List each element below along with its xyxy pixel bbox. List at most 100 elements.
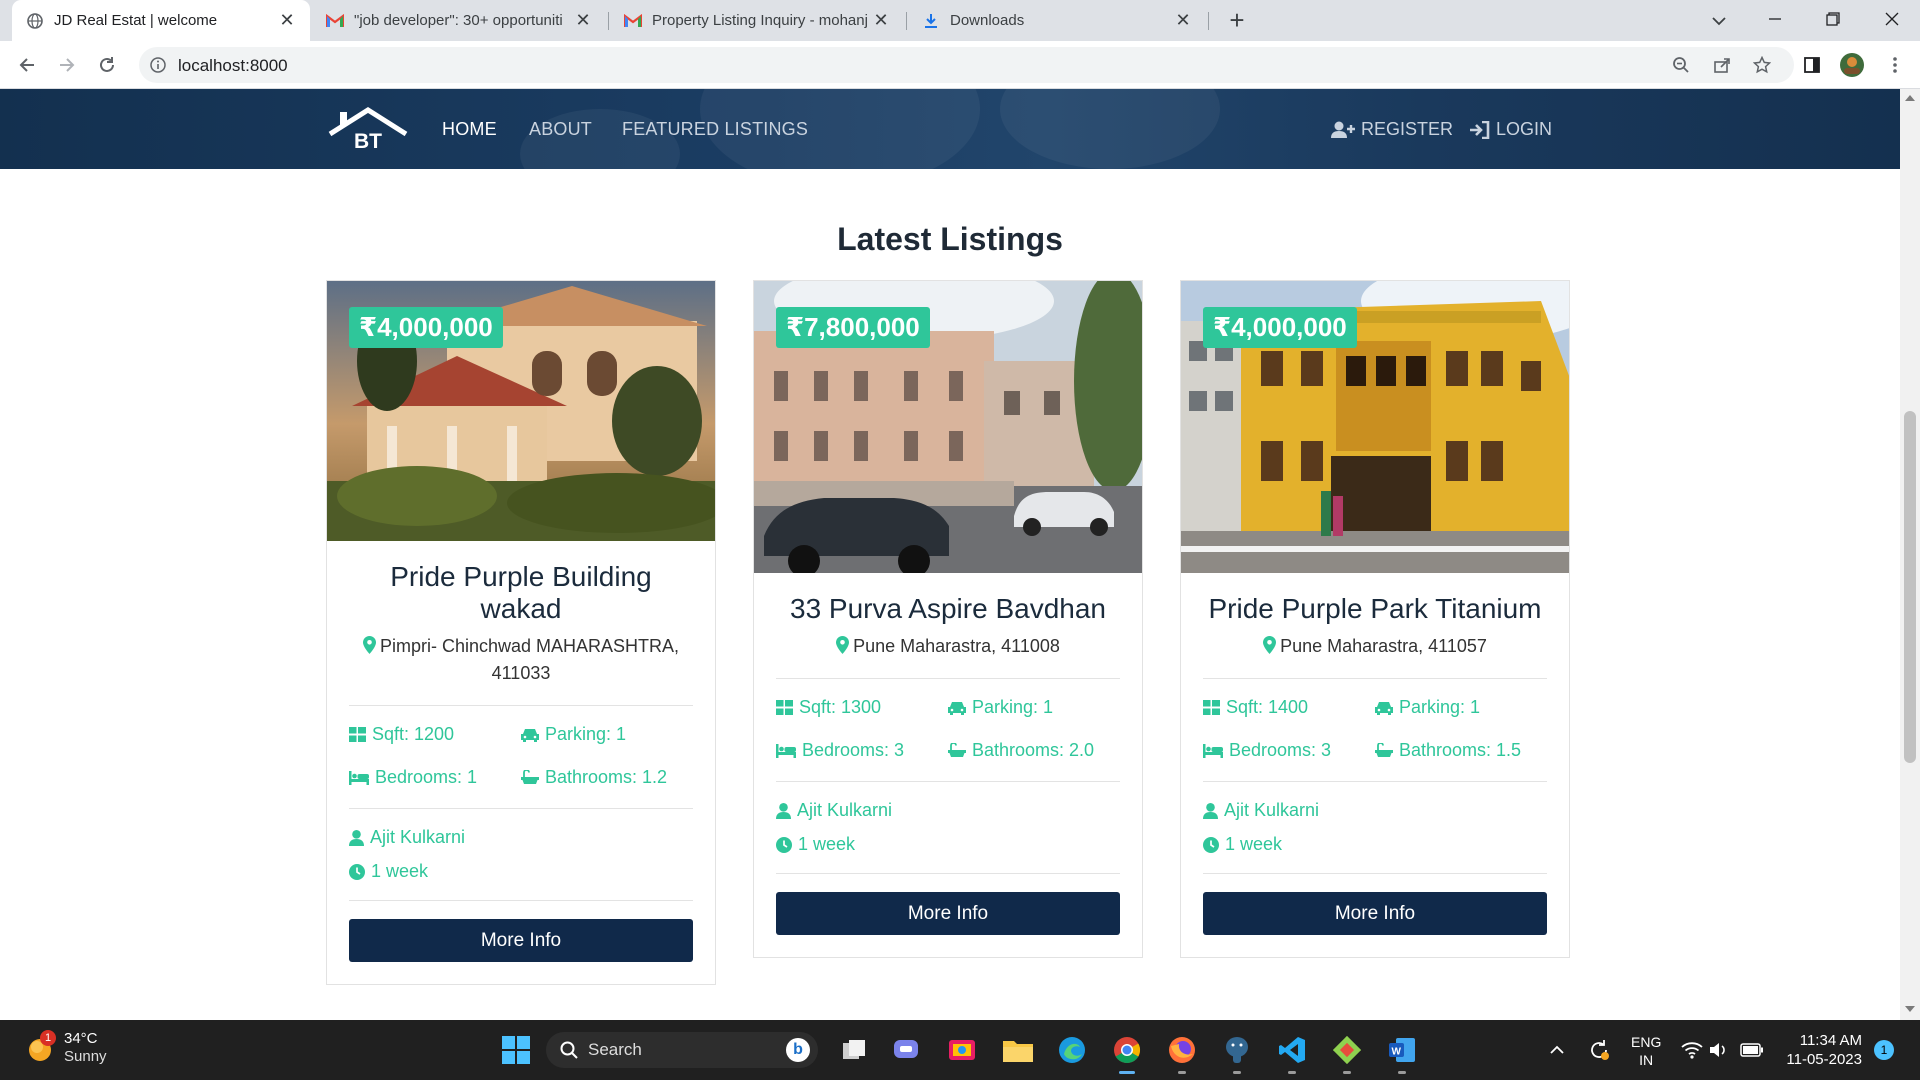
browser-toolbar: localhost:8000: [0, 41, 1920, 89]
close-window-icon[interactable]: [1872, 6, 1912, 34]
close-tab-icon[interactable]: ✕: [1174, 10, 1192, 31]
register-label: REGISTER: [1361, 119, 1454, 139]
edge-browser-icon[interactable]: [1054, 1032, 1090, 1068]
divider: [349, 705, 693, 706]
side-panel-icon[interactable]: [1797, 50, 1827, 80]
more-info-button[interactable]: More Info: [1203, 892, 1547, 935]
user-plus-icon: [1331, 121, 1355, 138]
realtor[interactable]: Ajit Kulkarni: [1203, 800, 1547, 821]
restore-icon[interactable]: [1813, 6, 1853, 34]
user-icon: [776, 802, 791, 819]
browser-tab[interactable]: Property Listing Inquiry - mohanj ✕: [610, 0, 904, 41]
taskbar-search[interactable]: Search b: [546, 1032, 818, 1068]
nav-home[interactable]: HOME: [442, 119, 497, 140]
tab-search-chevron-icon[interactable]: [1699, 6, 1739, 34]
scroll-down-arrow-icon[interactable]: [1905, 1006, 1915, 1012]
close-tab-icon[interactable]: ✕: [278, 10, 296, 31]
listing-stats: Sqft: 1300 Parking: 1 Bedrooms: 3 Bathro…: [754, 697, 1142, 761]
battery-icon[interactable]: [1740, 1038, 1764, 1062]
user-icon: [1203, 802, 1218, 819]
register-link[interactable]: REGISTER: [1331, 119, 1453, 140]
tray-overflow-chevron-icon[interactable]: [1545, 1038, 1569, 1062]
divider: [776, 781, 1120, 782]
volume-icon[interactable]: [1708, 1038, 1732, 1062]
realtor[interactable]: Ajit Kulkarni: [349, 827, 693, 848]
forward-arrow-icon[interactable]: [52, 50, 82, 80]
listed-time: 1 week: [349, 861, 693, 882]
map-marker-icon: [836, 636, 850, 654]
page-scrollbar[interactable]: [1900, 89, 1920, 1020]
teams-chat-icon[interactable]: [888, 1032, 924, 1068]
listing-card: ₹4,000,000 Pride Purple Building wakad P…: [326, 280, 716, 985]
listing-card: ₹7,800,000 33 Purva Aspire Bavdhan Pune …: [753, 280, 1143, 958]
scrollbar-thumb[interactable]: [1904, 411, 1916, 763]
vscode-icon[interactable]: [1274, 1032, 1310, 1074]
clock-time: 11:34 AM: [1799, 1032, 1862, 1049]
more-info-button[interactable]: More Info: [776, 892, 1120, 935]
reload-icon[interactable]: [92, 50, 122, 80]
close-tab-icon[interactable]: ✕: [872, 10, 890, 31]
wifi-icon[interactable]: [1680, 1038, 1704, 1062]
file-explorer-icon[interactable]: [1000, 1032, 1036, 1068]
taskbar-clock[interactable]: 11:34 AM 11-05-2023: [1776, 1031, 1862, 1069]
minimize-icon[interactable]: [1755, 6, 1795, 34]
listing-meta: Ajit Kulkarni 1 week: [754, 800, 1142, 855]
zoom-icon[interactable]: [1666, 50, 1696, 80]
back-arrow-icon[interactable]: [12, 50, 42, 80]
postgresql-icon[interactable]: [1219, 1032, 1255, 1074]
nav-featured-listings[interactable]: FEATURED LISTINGS: [622, 119, 808, 140]
sync-icon[interactable]: [1587, 1038, 1611, 1062]
nav-about[interactable]: ABOUT: [529, 119, 592, 140]
site-navbar: BT HOME ABOUT FEATURED LISTINGS REGISTER…: [0, 89, 1900, 169]
browser-tab-strip: JD Real Estat | welcome ✕ "job developer…: [0, 0, 1920, 41]
scroll-up-arrow-icon[interactable]: [1905, 95, 1915, 101]
more-info-button[interactable]: More Info: [349, 919, 693, 962]
share-icon[interactable]: [1707, 50, 1737, 80]
site-logo[interactable]: BT: [326, 106, 410, 157]
price-badge: ₹4,000,000: [1203, 307, 1357, 348]
listing-stats: Sqft: 1200 Parking: 1 Bedrooms: 1 Bathro…: [327, 724, 715, 788]
stat-parking: Parking: 1: [521, 724, 693, 745]
notification-badge[interactable]: 1: [1872, 1038, 1896, 1062]
listing-stats: Sqft: 1400 Parking: 1 Bedrooms: 3 Bathro…: [1181, 697, 1569, 761]
new-tab-icon[interactable]: +: [1222, 6, 1252, 36]
map-marker-icon: [362, 636, 376, 654]
language-indicator[interactable]: ENG IN: [1631, 1033, 1661, 1069]
tab-separator: [906, 12, 907, 30]
stat-bedrooms: Bedrooms: 3: [776, 740, 948, 761]
clock-date: 11-05-2023: [1786, 1051, 1862, 1068]
section-heading: Latest Listings: [837, 221, 1063, 257]
listing-photo[interactable]: ₹4,000,000: [1181, 281, 1569, 573]
listing-photo[interactable]: ₹4,000,000: [327, 281, 715, 541]
windows-start-icon[interactable]: [498, 1032, 534, 1068]
url-text[interactable]: localhost:8000: [178, 56, 288, 76]
chrome-browser-icon[interactable]: [1109, 1032, 1145, 1074]
bookmark-star-icon[interactable]: [1747, 50, 1777, 80]
weather-widget[interactable]: 1 34°C Sunny: [26, 1030, 107, 1066]
weather-temp: 34°C: [64, 1030, 98, 1047]
word-icon[interactable]: W: [1384, 1032, 1420, 1074]
task-view-icon[interactable]: [836, 1032, 872, 1068]
divider: [349, 808, 693, 809]
firefox-icon[interactable]: [1164, 1032, 1200, 1074]
browser-tab[interactable]: "job developer": 30+ opportuniti ✕: [312, 0, 606, 41]
bing-icon[interactable]: b: [786, 1038, 810, 1062]
listing-title: 33 Purva Aspire Bavdhan: [790, 593, 1106, 624]
site-info-icon[interactable]: [143, 50, 173, 80]
browser-tab-active[interactable]: JD Real Estat | welcome ✕: [12, 0, 310, 41]
address-bar[interactable]: [139, 47, 1794, 83]
close-tab-icon[interactable]: ✕: [574, 10, 592, 31]
browser-tab[interactable]: Downloads ✕: [908, 0, 1206, 41]
realtor[interactable]: Ajit Kulkarni: [776, 800, 1120, 821]
listing-title: Pride Purple Park Titanium: [1208, 593, 1542, 624]
profile-avatar-icon[interactable]: [1837, 50, 1867, 80]
login-link[interactable]: LOGIN: [1470, 119, 1552, 140]
login-label: LOGIN: [1496, 119, 1553, 139]
user-icon: [349, 829, 364, 846]
tab-title: Property Listing Inquiry - mohanj: [652, 12, 868, 29]
bed-icon: [776, 743, 796, 758]
menu-kebab-icon[interactable]: [1880, 50, 1910, 80]
git-tool-icon[interactable]: [1329, 1032, 1365, 1074]
photos-app-icon[interactable]: [944, 1032, 980, 1068]
listing-photo[interactable]: ₹7,800,000: [754, 281, 1142, 573]
